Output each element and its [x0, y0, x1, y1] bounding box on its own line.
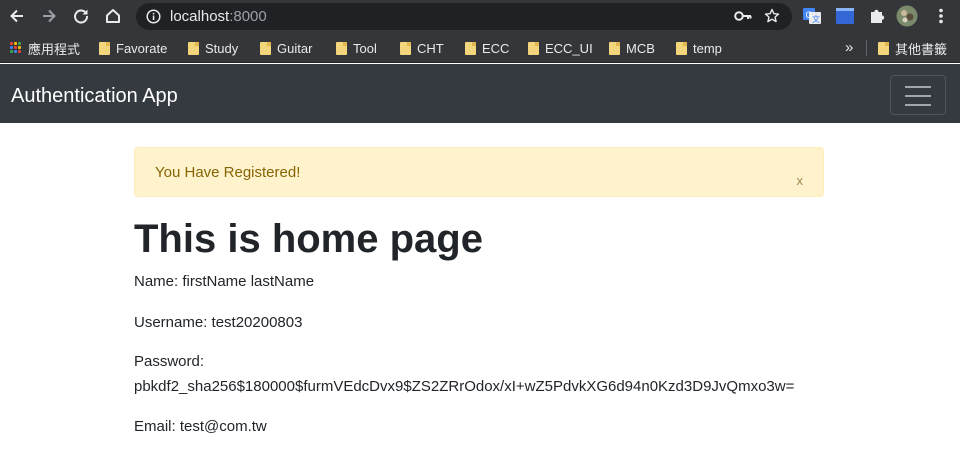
user-email: Email: test@com.tw [134, 418, 267, 435]
site-info-icon[interactable] [146, 9, 161, 29]
svg-text:文: 文 [812, 14, 820, 24]
bookmark-folder-favorate[interactable]: Favorate [99, 33, 167, 63]
bookmark-label: 應用程式 [28, 41, 81, 57]
key-icon[interactable] [734, 9, 752, 28]
bookmark-folder-guitar[interactable]: Guitar [260, 33, 312, 63]
folder-icon [99, 41, 110, 55]
back-arrow-icon[interactable] [5, 4, 29, 28]
folder-icon [260, 41, 271, 55]
bookmark-label: Tool [353, 40, 377, 56]
bookmark-label: temp [693, 40, 722, 56]
url-host: localhost [170, 8, 230, 25]
folder-icon [528, 41, 539, 55]
bookmark-folder-study[interactable]: Study [188, 33, 238, 63]
bookmark-label: MCB [626, 40, 655, 56]
folder-icon [465, 41, 476, 55]
folder-icon [676, 41, 687, 55]
url-text: localhost:8000 [170, 7, 267, 26]
password-hash: pbkdf2_sha256$180000$furmVEdcDvx9$ZS2ZRr… [134, 378, 795, 395]
navbar: Authentication App [0, 64, 960, 123]
url-port: :8000 [229, 8, 267, 25]
address-bar[interactable]: localhost:8000 [136, 3, 792, 30]
bookmark-folder-cht[interactable]: CHT [400, 33, 444, 63]
reload-icon[interactable] [69, 4, 93, 28]
hamburger-line [905, 86, 931, 88]
alert-close-button[interactable]: x [797, 174, 804, 188]
page-heading: This is home page [134, 217, 483, 261]
folder-icon [609, 41, 620, 55]
google-translate-icon[interactable]: G文 [802, 6, 822, 26]
registration-alert: You Have Registered! x [134, 147, 824, 197]
chrome-menu-icon[interactable] [931, 6, 951, 26]
bookmark-label: Guitar [277, 40, 313, 56]
bookmark-label: Favorate [116, 40, 168, 56]
bookmark-label: ECC [482, 40, 510, 56]
alert-message: You Have Registered! [155, 164, 301, 181]
navbar-brand[interactable]: Authentication App [11, 84, 178, 108]
user-username: Username: test20200803 [134, 314, 303, 331]
bookmark-folder-temp[interactable]: temp [676, 33, 722, 63]
folder-icon [336, 41, 347, 55]
extensions-puzzle-icon[interactable] [867, 6, 887, 26]
bookmark-label: 其他書籤 [895, 41, 948, 57]
bookmark-apps[interactable]: 應用程式 [10, 33, 80, 63]
navbar-toggler-hamburger-icon[interactable] [890, 75, 946, 115]
bookmark-folder-ecc[interactable]: ECC [465, 33, 509, 63]
hamburger-line [905, 104, 931, 106]
browser-toolbar: localhost:8000 G文 [0, 0, 960, 33]
bookmark-label: ECC_UI [545, 40, 593, 56]
hamburger-line [905, 95, 931, 97]
folder-icon [400, 41, 411, 55]
profile-avatar[interactable] [896, 5, 918, 27]
bookmark-label: CHT [417, 40, 444, 56]
bookmark-folder-mcb[interactable]: MCB [609, 33, 655, 63]
bookmark-folder-tool[interactable]: Tool [336, 33, 377, 63]
password-label: Password: [134, 353, 205, 370]
bookmark-folder-other[interactable]: 其他書籤 [878, 33, 947, 63]
bookmarks-overflow-chevron-icon[interactable]: » [845, 32, 853, 62]
folder-icon [878, 41, 889, 55]
apps-grid-icon [10, 42, 22, 54]
home-icon[interactable] [101, 4, 125, 28]
forward-arrow-icon[interactable] [37, 4, 61, 28]
bookmark-label: Study [205, 40, 239, 56]
folder-icon [188, 41, 199, 55]
user-name: Name: firstName lastName [134, 273, 315, 290]
bookmarks-divider [866, 40, 867, 56]
bookmark-folder-ecc-ui[interactable]: ECC_UI [528, 33, 593, 63]
window-extension-icon[interactable] [835, 6, 855, 26]
bookmark-star-icon[interactable] [764, 8, 780, 29]
